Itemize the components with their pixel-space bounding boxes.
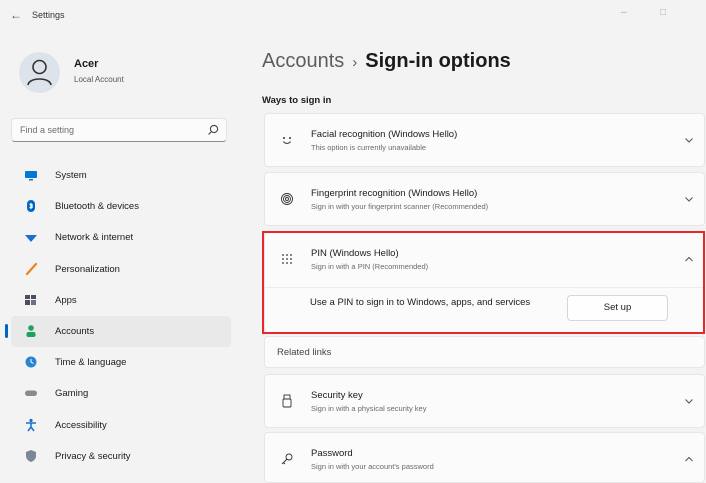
- person-icon: [26, 325, 36, 337]
- option-title: Password: [311, 448, 353, 459]
- option-security-key[interactable]: Security key Sign in with a physical sec…: [264, 374, 705, 428]
- sidebar-item-label: Time & language: [55, 357, 127, 369]
- monitor-icon: [25, 171, 37, 181]
- chevron-down-icon[interactable]: [684, 136, 694, 144]
- usb-key-icon: [282, 394, 292, 408]
- sidebar-item-label: Network & internet: [55, 232, 134, 244]
- sidebar-item-time-language[interactable]: Time & language: [11, 347, 231, 378]
- sidebar-item-label: Apps: [55, 294, 77, 306]
- related-links: Related links: [264, 336, 705, 368]
- sidebar-item-privacy-security[interactable]: Privacy & security: [11, 441, 231, 472]
- breadcrumb-accounts[interactable]: Accounts: [262, 50, 344, 72]
- sidebar-item-bluetooth[interactable]: Bluetooth & devices: [11, 191, 231, 222]
- sidebar-item-label: Accounts: [55, 325, 95, 337]
- sidebar-item-network[interactable]: Network & internet: [11, 222, 231, 253]
- key-icon: [281, 453, 293, 465]
- avatar: [19, 52, 60, 93]
- chevron-down-icon[interactable]: [684, 397, 694, 405]
- search-input[interactable]: Find a setting: [11, 118, 227, 142]
- option-subtitle: Sign in with a physical security key: [311, 404, 427, 413]
- sidebar-item-label: Bluetooth & devices: [55, 201, 139, 213]
- option-title: Fingerprint recognition (Windows Hello): [311, 188, 478, 199]
- option-subtitle: This option is currently unavailable: [311, 143, 427, 152]
- sidebar-item-accessibility[interactable]: Accessibility: [11, 410, 231, 441]
- breadcrumb-current: Sign-in options: [365, 50, 511, 72]
- sidebar-item-apps[interactable]: Apps: [11, 285, 231, 316]
- section-heading-ways-to-sign-in: Ways to sign in: [262, 95, 332, 106]
- apps-icon: [25, 294, 36, 305]
- option-title: Facial recognition (Windows Hello): [311, 129, 458, 140]
- option-title: Security key: [311, 390, 363, 401]
- title-bar: ← Settings – □: [0, 0, 706, 32]
- back-button[interactable]: ←: [10, 8, 22, 22]
- sidebar-item-label: System: [55, 170, 87, 181]
- bluetooth-icon: [27, 200, 35, 213]
- sidebar-nav: System Bluetooth & devices Network & int…: [5, 160, 231, 472]
- shield-icon: [26, 449, 36, 462]
- maximize-button[interactable]: □: [660, 7, 666, 18]
- accessibility-icon: [26, 418, 36, 431]
- option-facial-recognition[interactable]: Facial recognition (Windows Hello) This …: [264, 113, 705, 167]
- search-placeholder: Find a setting: [20, 125, 75, 135]
- sidebar-item-label: Gaming: [55, 388, 89, 400]
- sidebar-item-label: Accessibility: [55, 419, 107, 431]
- controller-icon: [25, 390, 37, 397]
- app-title: Settings: [32, 10, 65, 20]
- option-subtitle: Sign in with your account's password: [311, 462, 434, 471]
- option-password[interactable]: Password Sign in with your account's pas…: [264, 432, 705, 483]
- chevron-up-icon[interactable]: [684, 455, 694, 463]
- page-title: Accounts › Sign-in options: [262, 50, 511, 73]
- breadcrumb-separator: ›: [352, 54, 358, 71]
- sidebar-item-accounts[interactable]: Accounts: [5, 315, 231, 348]
- minimize-button[interactable]: –: [621, 7, 627, 18]
- person-icon: [27, 59, 52, 86]
- sidebar-item-system[interactable]: System: [11, 160, 231, 191]
- option-subtitle: Sign in with your fingerprint scanner (R…: [311, 202, 489, 211]
- sidebar-item-personalization[interactable]: Personalization: [11, 254, 231, 285]
- user-name: Acer: [74, 58, 99, 70]
- sidebar-item-label: Personalization: [55, 263, 120, 275]
- user-profile[interactable]: Acer Local Account: [19, 52, 249, 96]
- fingerprint-icon: [281, 193, 293, 205]
- sidebar-item-label: Privacy & security: [55, 450, 131, 462]
- face-icon: [283, 137, 291, 144]
- related-links-label: Related links: [277, 347, 332, 358]
- chevron-down-icon[interactable]: [684, 195, 694, 203]
- highlight-box: [262, 231, 705, 334]
- brush-icon: [25, 262, 38, 275]
- option-fingerprint-recognition[interactable]: Fingerprint recognition (Windows Hello) …: [264, 172, 705, 226]
- search-icon: [208, 124, 219, 135]
- sidebar-item-gaming[interactable]: Gaming: [11, 378, 231, 409]
- active-indicator: [5, 323, 8, 338]
- wifi-icon: [25, 235, 37, 243]
- account-type: Local Account: [74, 75, 124, 84]
- globe-clock-icon: [25, 356, 37, 368]
